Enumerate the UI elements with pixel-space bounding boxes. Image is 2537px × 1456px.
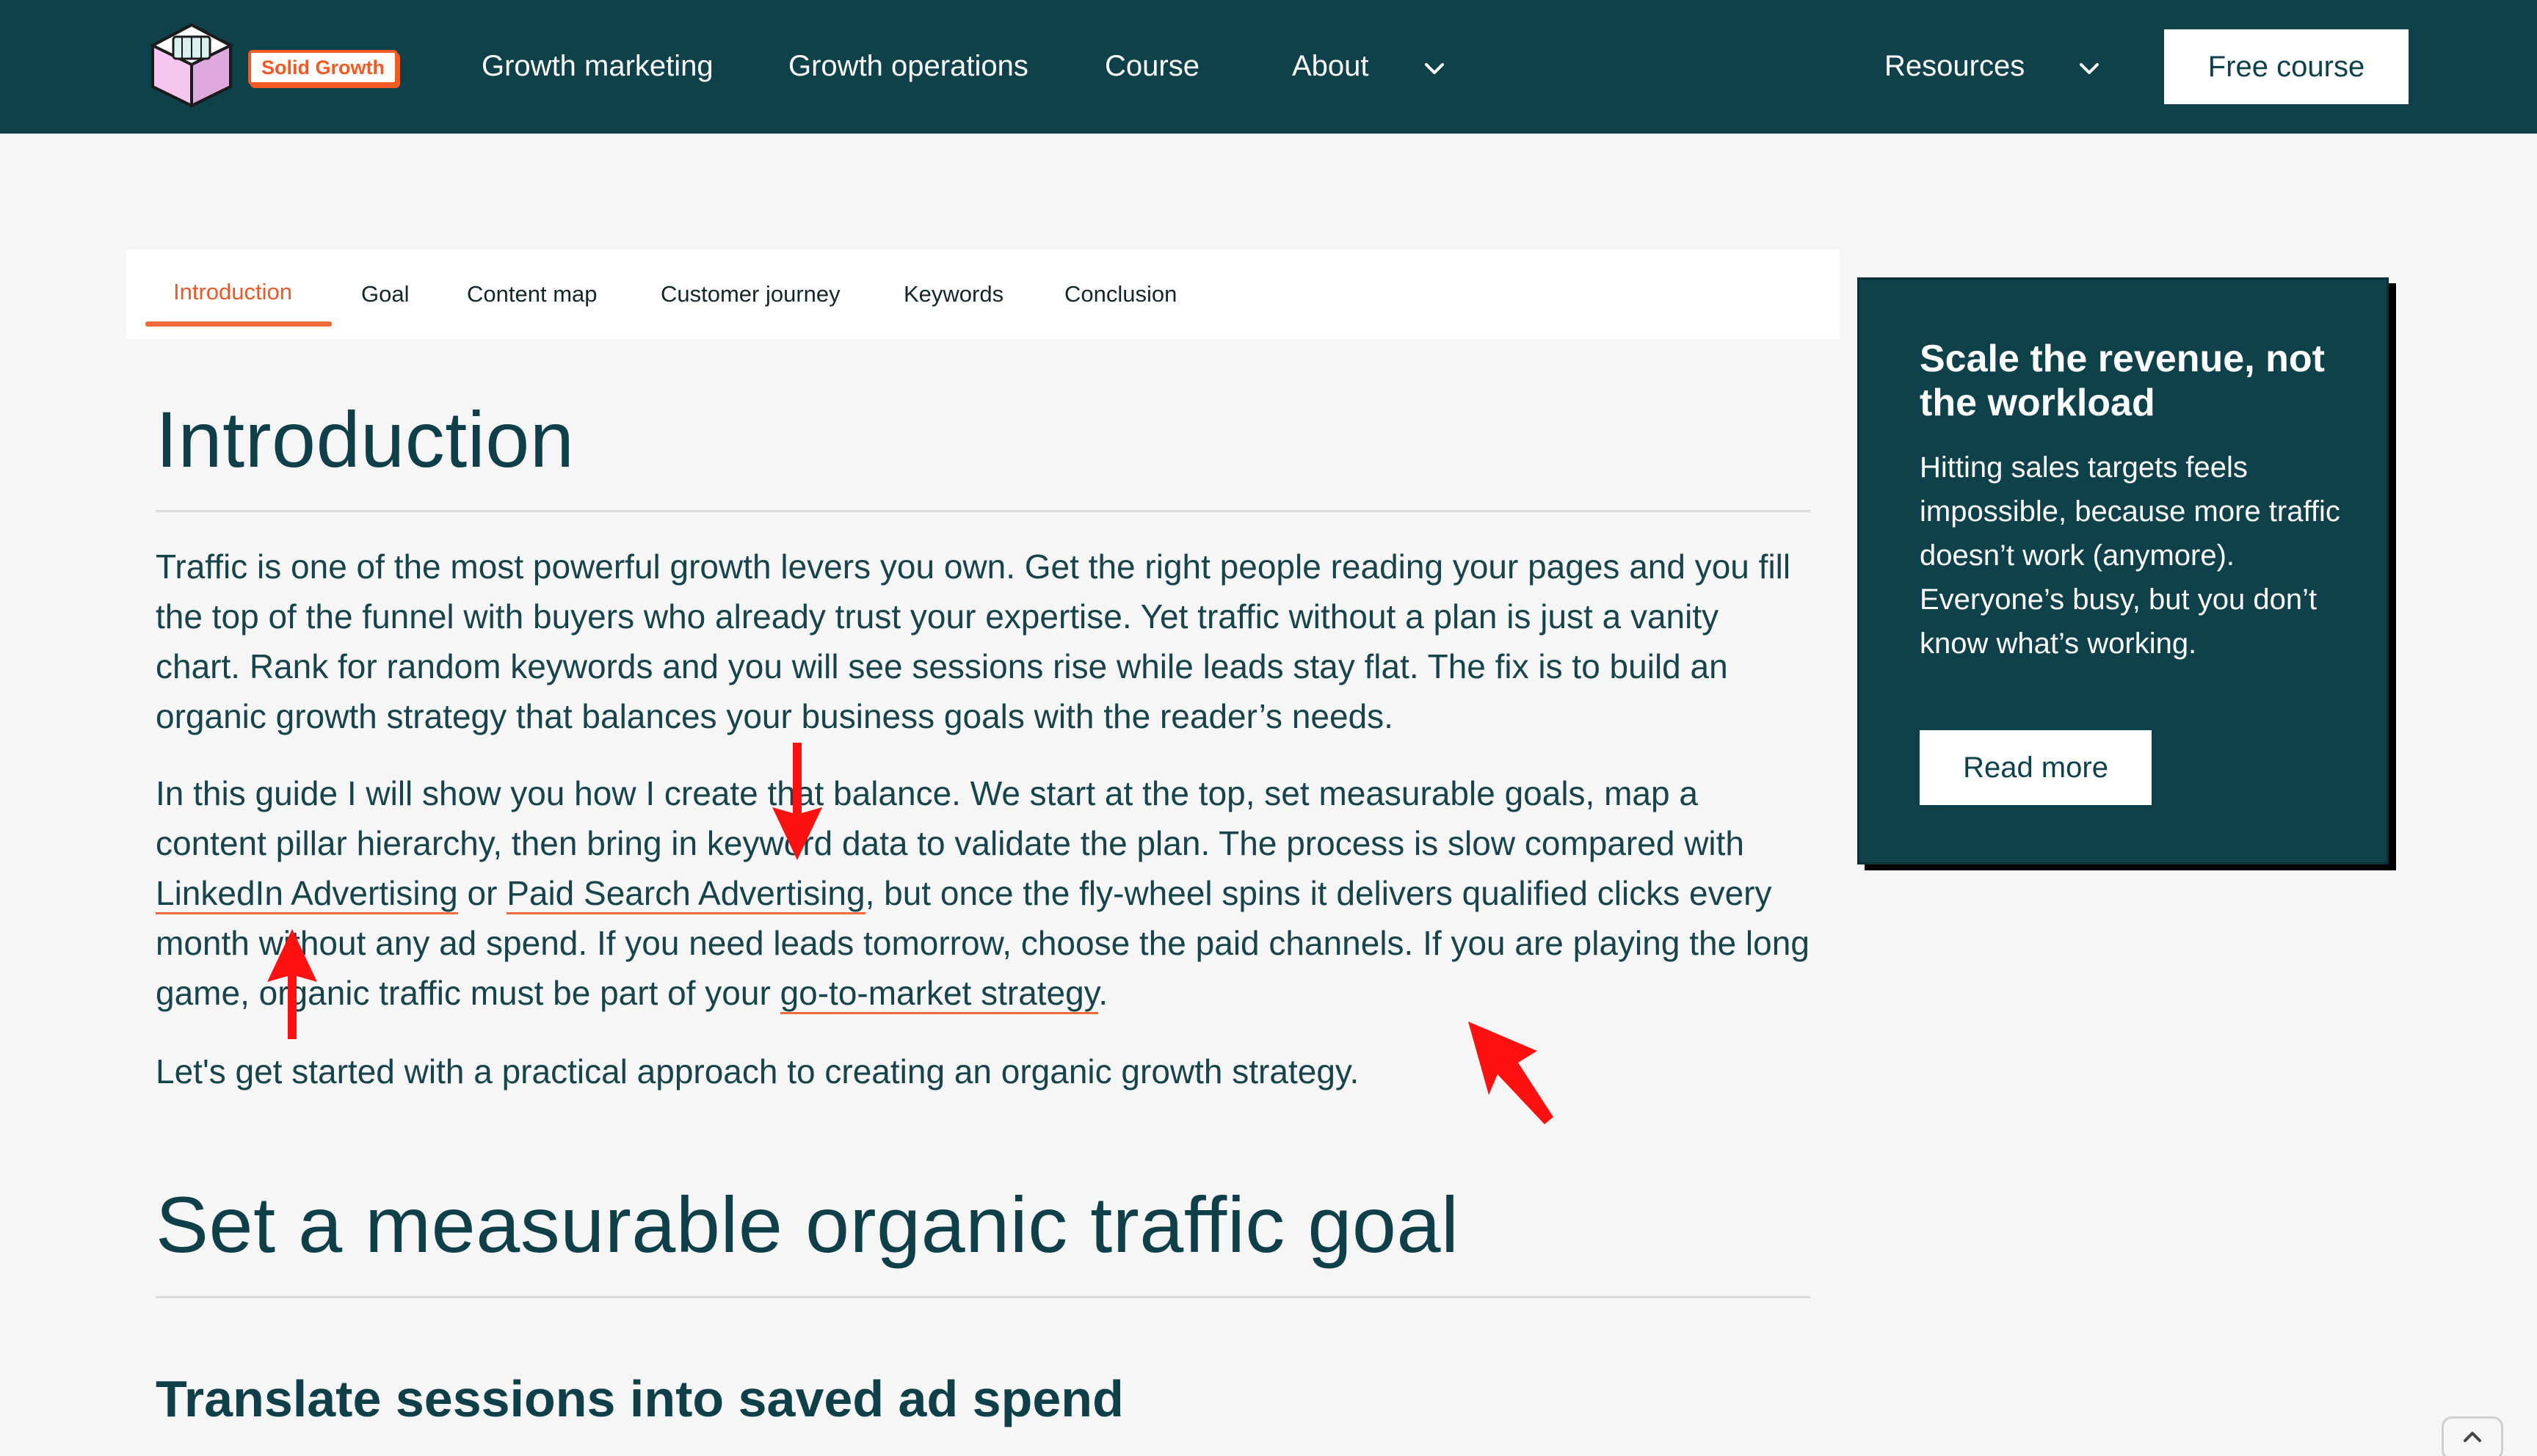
tab-content-map[interactable]: Content map <box>467 250 598 339</box>
nav-resources[interactable]: Resources <box>1884 46 2025 87</box>
intro-paragraph: Traffic is one of the most powerful grow… <box>156 547 1791 735</box>
brand-badge: Solid Growth <box>248 50 398 85</box>
promo-card-text: Hitting sales targets feels impossible, … <box>1920 451 2340 660</box>
tab-conclusion[interactable]: Conclusion <box>1064 250 1177 339</box>
chevron-up-icon <box>2464 1432 2481 1442</box>
free-course-button[interactable]: Free course <box>2164 29 2409 104</box>
tab-goal[interactable]: Goal <box>361 250 409 339</box>
guide-text: In this guide I will show you how I crea… <box>156 774 1744 862</box>
subsection-heading: Translate sessions into saved ad spend <box>156 1370 1124 1427</box>
linkedin-advertising-link[interactable]: LinkedIn Advertising <box>156 874 458 914</box>
top-navbar: Solid Growth Growth marketing Growth ope… <box>0 0 2537 134</box>
paid-search-advertising-link[interactable]: Paid Search Advertising <box>507 874 865 914</box>
guide-text: . <box>1098 974 1108 1012</box>
read-more-button[interactable]: Read more <box>1920 730 2152 805</box>
promo-card: Scale the revenue, not the workload Hitt… <box>1857 277 2389 864</box>
guide-text: or <box>457 874 507 912</box>
nav-course[interactable]: Course <box>1105 46 1199 87</box>
tab-customer-journey[interactable]: Customer journey <box>661 250 841 339</box>
go-to-market-strategy-link[interactable]: go-to-market strategy <box>780 974 1099 1014</box>
guide-paragraph: In this guide I will show you how I crea… <box>156 768 1810 1018</box>
section-heading-goal: Set a measurable organic traffic goal <box>156 1180 1459 1269</box>
nav-growth-operations[interactable]: Growth operations <box>788 46 1028 87</box>
brand-logo[interactable]: Solid Growth <box>144 22 401 110</box>
chevron-down-icon[interactable] <box>1420 54 1449 84</box>
scroll-to-top-button[interactable] <box>2442 1416 2503 1456</box>
tab-keywords[interactable]: Keywords <box>904 250 1003 339</box>
nav-about[interactable]: About <box>1292 46 1369 87</box>
get-started-paragraph: Let's get started with a practical appro… <box>156 1052 1360 1091</box>
divider <box>156 510 1810 512</box>
page-title: Introduction <box>156 395 575 484</box>
logo-cube-icon <box>149 23 234 109</box>
nav-growth-marketing[interactable]: Growth marketing <box>482 46 714 87</box>
section-tabs: Introduction Goal Content map Customer j… <box>126 250 1840 339</box>
promo-card-title: Scale the revenue, not the workload <box>1920 338 2325 424</box>
active-tab-indicator <box>145 321 332 327</box>
chevron-down-icon[interactable] <box>2075 54 2104 84</box>
divider <box>156 1296 1810 1298</box>
